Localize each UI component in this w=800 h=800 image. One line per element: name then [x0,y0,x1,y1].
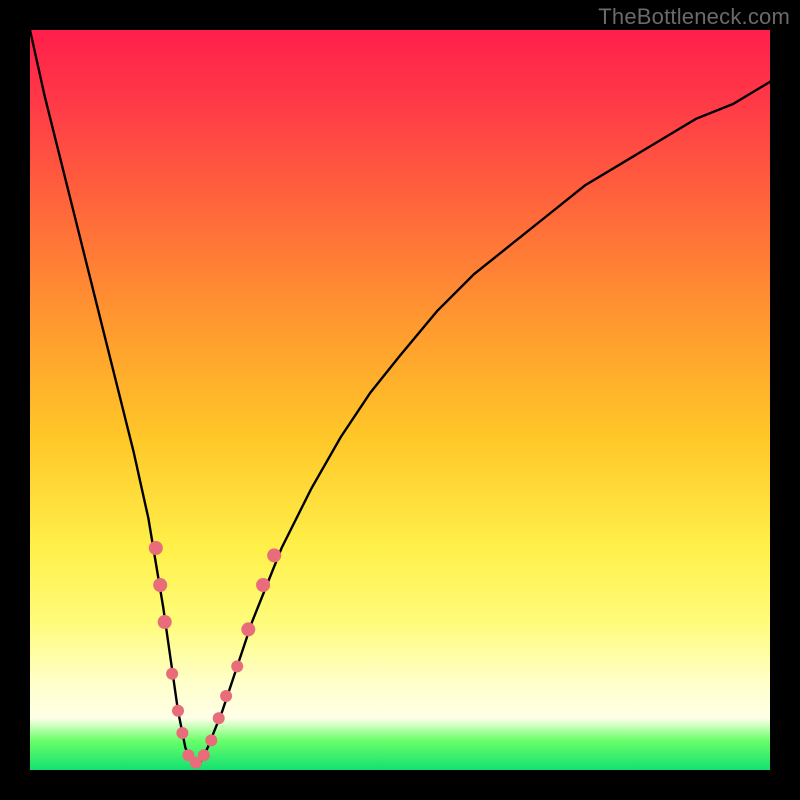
curve-marker [158,615,172,629]
watermark-text: TheBottleneck.com [598,4,790,30]
curve-marker [267,548,281,562]
bottleneck-curve [30,30,770,763]
curve-marker [166,668,178,680]
curve-marker [153,578,167,592]
plot-area [30,30,770,770]
curve-marker [213,712,225,724]
curve-marker [176,727,188,739]
curve-marker [241,622,255,636]
curve-marker [198,749,210,761]
curve-marker [172,705,184,717]
curve-markers [149,541,281,769]
curve-marker [149,541,163,555]
chart-frame: TheBottleneck.com [0,0,800,800]
chart-svg [30,30,770,770]
curve-marker [205,734,217,746]
curve-marker [220,690,232,702]
curve-marker [256,578,270,592]
curve-marker [231,660,243,672]
